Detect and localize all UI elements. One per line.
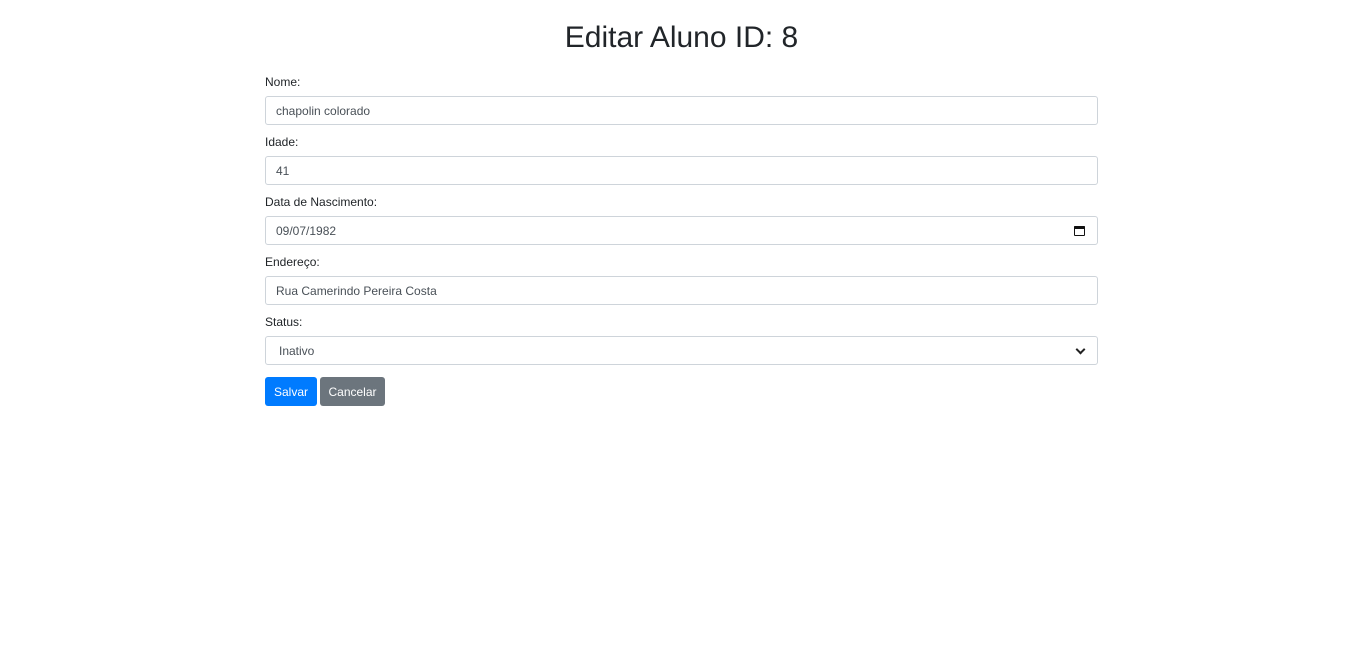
status-label: Status:: [265, 315, 303, 329]
nome-label: Nome:: [265, 75, 301, 89]
endereco-group: Endereço: Rua Camerindo Pereira Costa: [265, 254, 1098, 305]
status-select[interactable]: Inativo: [265, 336, 1098, 365]
status-selected-value: Inativo: [279, 343, 315, 358]
calendar-icon[interactable]: [1074, 225, 1085, 236]
nome-group: Nome: chapolin colorado: [265, 74, 1098, 125]
data-nascimento-label: Data de Nascimento:: [265, 195, 378, 209]
nome-value: chapolin colorado: [276, 103, 371, 118]
form-actions: Salvar Cancelar: [265, 377, 1098, 406]
endereco-label: Endereço:: [265, 255, 320, 269]
endereco-value: Rua Camerindo Pereira Costa: [276, 283, 437, 298]
nome-input[interactable]: chapolin colorado: [265, 96, 1098, 125]
idade-group: Idade: 41: [265, 134, 1098, 185]
data-nascimento-input[interactable]: 09/07/1982: [265, 216, 1098, 245]
endereco-input[interactable]: Rua Camerindo Pereira Costa: [265, 276, 1098, 305]
page-title: Editar Aluno ID: 8: [564, 21, 799, 54]
save-button[interactable]: Salvar: [265, 377, 317, 406]
data-nascimento-group: Data de Nascimento: 09/07/1982: [265, 194, 1098, 245]
idade-input[interactable]: 41: [265, 156, 1098, 185]
chevron-down-icon: [1076, 346, 1085, 355]
idade-value: 41: [276, 163, 290, 178]
status-group: Status: Inativo: [265, 314, 1098, 365]
idade-label: Idade:: [265, 135, 299, 149]
cancel-button[interactable]: Cancelar: [320, 377, 385, 406]
edit-student-form: Nome: chapolin colorado Idade: 41 Data d…: [265, 74, 1098, 406]
data-nascimento-value: 09/07/1982: [276, 223, 337, 238]
